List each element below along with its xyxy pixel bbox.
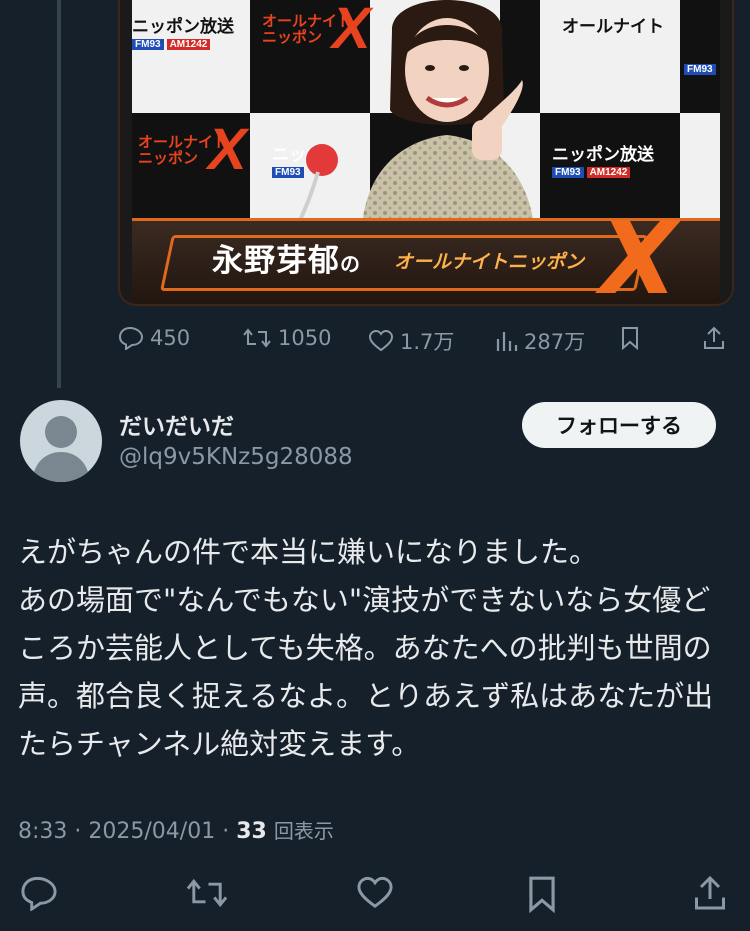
like-icon	[357, 876, 393, 908]
share-button[interactable]	[702, 326, 726, 350]
thread-line	[57, 0, 61, 388]
program-banner: 永野芽郁の オールナイトニッポン X	[132, 209, 720, 304]
bookmark-icon	[529, 876, 555, 914]
bookmark-button[interactable]	[620, 326, 640, 350]
like-count: 1.7万	[400, 330, 455, 354]
microphone	[294, 144, 338, 230]
default-avatar-icon	[32, 416, 90, 482]
nippon-logo: オールナイト	[562, 17, 664, 36]
reply-button[interactable]	[20, 875, 58, 915]
views-icon	[496, 332, 518, 351]
retweet-icon	[186, 878, 228, 908]
share-icon	[695, 875, 725, 910]
bookmark-icon	[622, 327, 638, 350]
ann-x-logo: オールナイト ニッポン X	[138, 117, 247, 182]
avatar[interactable]	[20, 400, 102, 482]
views-metric[interactable]: 287万	[494, 326, 585, 356]
retweet-icon	[243, 328, 271, 348]
checker-backdrop: ニッポン放送 FM93 AM1242 オールナイト ニッポン X オールナイト ニッ…	[132, 0, 720, 230]
author-name[interactable]: だいだいだ	[119, 407, 234, 441]
author-handle[interactable]: @lq9v5KNz5g28088	[119, 444, 353, 470]
post-view-count: 33	[236, 819, 267, 844]
like-button[interactable]	[356, 875, 394, 915]
retweet-count: 1050	[278, 326, 332, 350]
parent-post-metrics: 450 1050 1.7万 287万	[118, 326, 730, 356]
nippon-logo: ニッポ FM93	[684, 17, 718, 75]
post-time[interactable]: 8:33	[18, 819, 67, 844]
reply-icon	[21, 876, 57, 912]
post-view-label: 回表示	[273, 819, 334, 843]
reply-count: 450	[150, 326, 191, 350]
post-text: えがちゃんの件で本当に嫌いになりました。 あの場面で"なんでもない"演技ができな…	[18, 535, 714, 761]
action-bar	[0, 875, 750, 919]
like-icon	[368, 329, 394, 352]
post-meta: 8:33 · 2025/04/01 · 33 回表示	[18, 819, 334, 844]
follow-button[interactable]: フォローする	[522, 402, 716, 448]
reply-icon	[118, 326, 144, 350]
person-photo	[362, 0, 534, 226]
share-button[interactable]	[692, 875, 728, 915]
bookmark-button[interactable]	[526, 875, 558, 917]
views-count: 287万	[524, 330, 586, 354]
nippon-logo: ニッポン放送 FM93 AM1242	[132, 17, 234, 50]
retweet-metric[interactable]: 1050	[242, 326, 331, 350]
post-media-image[interactable]: ニッポン放送 FM93 AM1242 オールナイト ニッポン X オールナイト ニッ…	[118, 0, 734, 306]
post-date[interactable]: 2025/04/01	[88, 819, 215, 844]
like-metric[interactable]: 1.7万	[368, 326, 454, 356]
share-icon	[704, 326, 724, 349]
reply-metric[interactable]: 450	[118, 326, 190, 350]
retweet-button[interactable]	[185, 875, 229, 915]
